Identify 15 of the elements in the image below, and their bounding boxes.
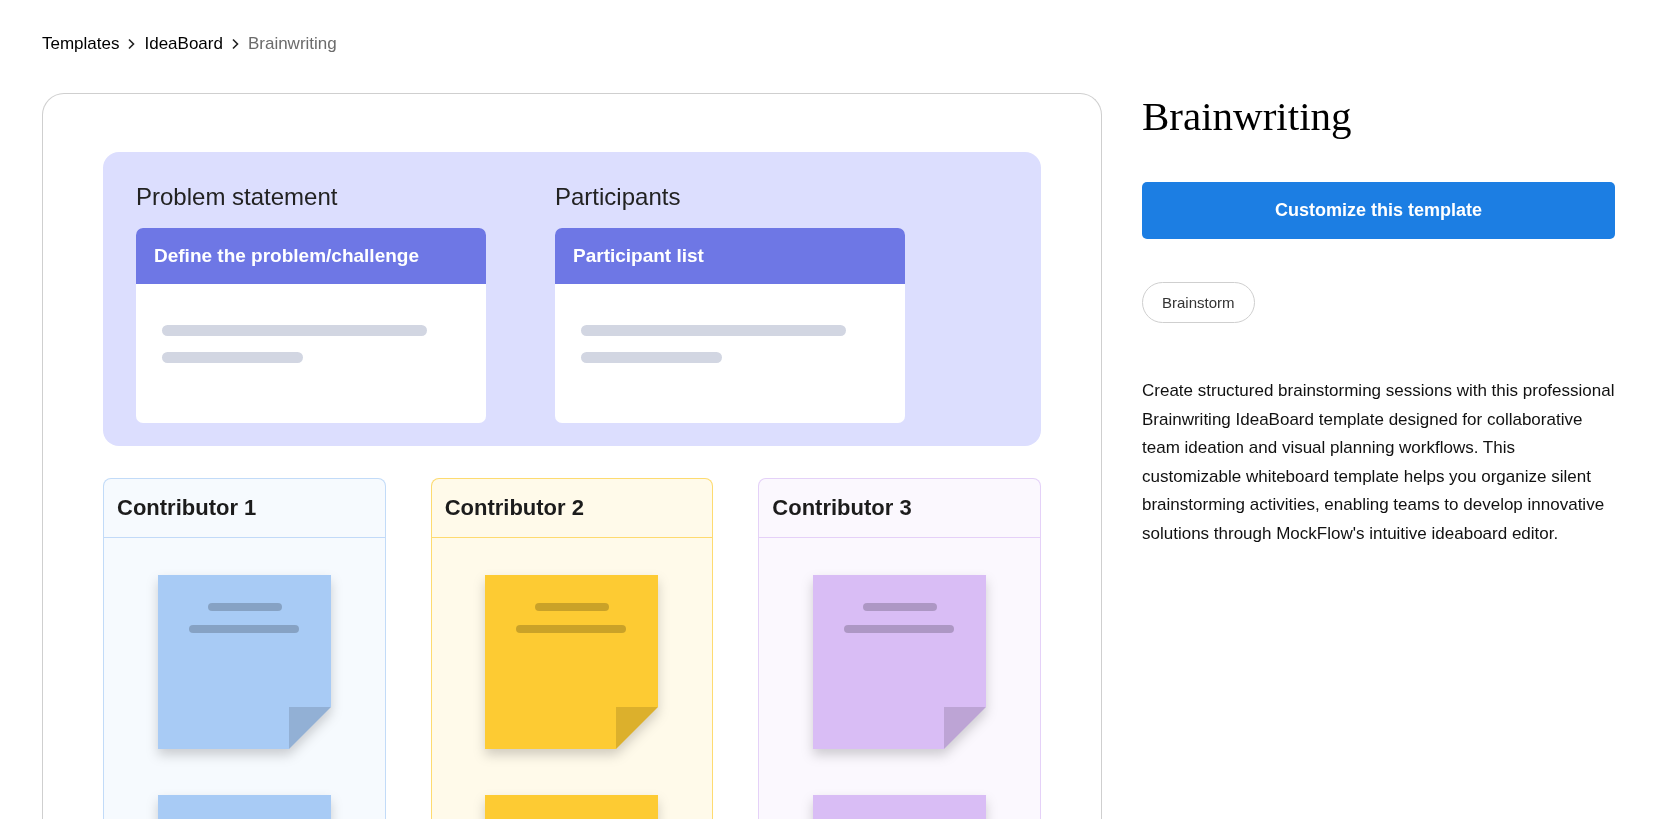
card-header: Participant list	[555, 228, 905, 284]
template-description: Create structured brainstorming sessions with this professional Brainwriting IdeaBoard template designed for collaborative team ideation and visual planning workflows. This customizable whiteboard template helps you organize silent brainstorming activities, enabling teams to develop innovative solutions through MockFlow's intuitive ideaboard editor.	[1142, 380, 1616, 545]
customize-template-button[interactable]: Customize this template	[1142, 182, 1615, 239]
section-heading: Participants	[555, 182, 682, 212]
section-heading: Problem statement	[136, 182, 339, 212]
breadcrumb-link[interactable]: Templates	[42, 31, 120, 57]
breadcrumb-link[interactable]: IdeaBoard	[144, 31, 223, 57]
page-title: Brainwriting	[1142, 92, 1353, 140]
column-heading: Contributor 1	[104, 479, 385, 538]
column-heading: Contributor 3	[759, 479, 1040, 538]
column-heading: Contributor 2	[431, 479, 713, 538]
chevron-right-icon	[127, 38, 137, 50]
chevron-right-icon	[230, 38, 240, 50]
breadcrumb-link[interactable]: Brainwriting	[247, 31, 337, 57]
card-header: Define the problem/challenge	[136, 228, 486, 284]
